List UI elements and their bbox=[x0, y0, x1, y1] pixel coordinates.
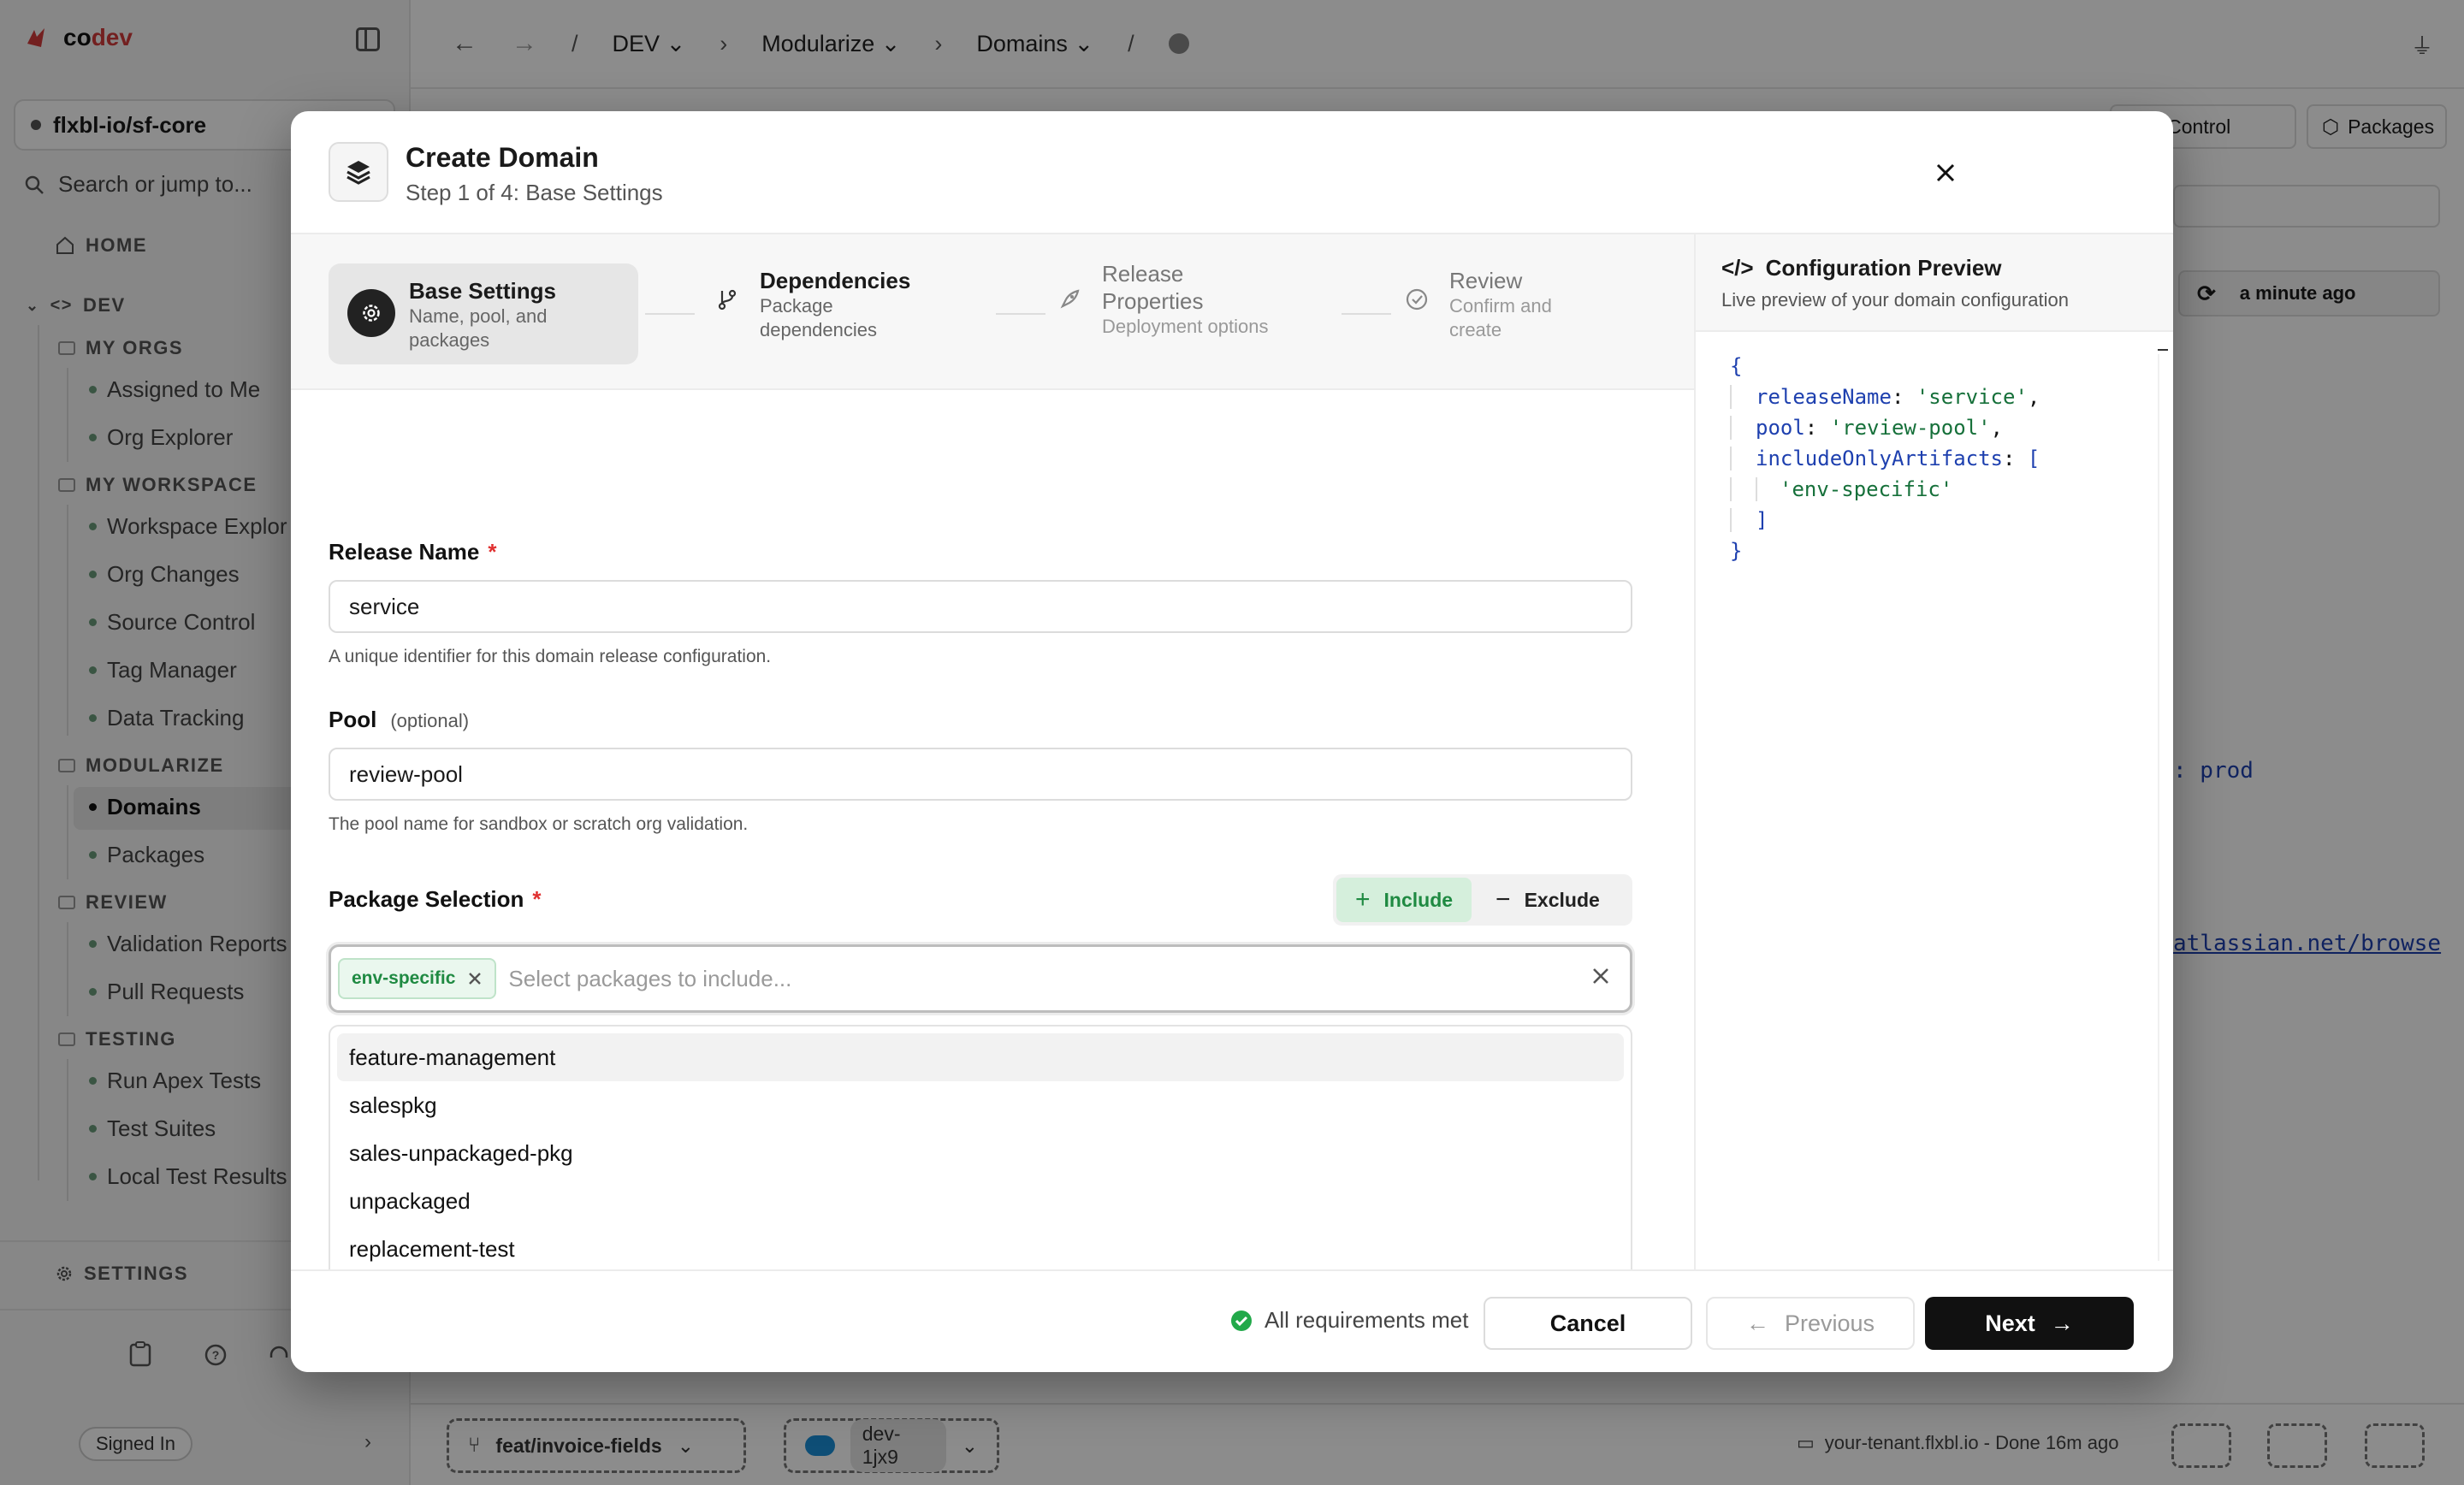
preview-title-text: Configuration Preview bbox=[1765, 255, 2002, 281]
multiselect-placeholder: Select packages to include... bbox=[508, 965, 792, 991]
code-token: { bbox=[1730, 354, 1743, 378]
settings-icon bbox=[347, 289, 395, 337]
step-base-settings[interactable]: Base Settings Name, pool, and packages bbox=[329, 263, 638, 364]
package-multiselect[interactable]: env-specific Select packages to include.… bbox=[329, 944, 1632, 1013]
requirements-status-text: All requirements met bbox=[1265, 1307, 1469, 1333]
required-marker: * bbox=[532, 886, 542, 912]
remove-tag-icon[interactable] bbox=[467, 971, 483, 986]
include-exclude-toggle: + Include − Exclude bbox=[1333, 874, 1632, 926]
modal-title: Create Domain bbox=[406, 142, 599, 173]
step-title: Release Properties bbox=[1102, 261, 1204, 314]
selected-package-tag: env-specific bbox=[338, 958, 497, 999]
arrow-left-icon: ← bbox=[1745, 1310, 1769, 1336]
next-button[interactable]: Next → bbox=[1925, 1297, 2134, 1350]
step-desc: Confirm and create bbox=[1449, 295, 1552, 340]
package-option[interactable]: replacement-test bbox=[337, 1225, 1624, 1273]
layers-icon bbox=[329, 142, 388, 202]
release-name-label: Release Name * bbox=[329, 539, 496, 565]
git-branch-icon bbox=[703, 275, 751, 323]
label-text: Pool bbox=[329, 707, 377, 732]
rocket-icon bbox=[1045, 275, 1093, 323]
package-option[interactable]: unpackaged bbox=[337, 1177, 1624, 1225]
label-text: Package Selection bbox=[329, 886, 524, 912]
pool-input[interactable]: review-pool bbox=[329, 748, 1632, 801]
package-option[interactable]: salespkg bbox=[337, 1081, 1624, 1129]
step-connector bbox=[996, 313, 1045, 315]
step-desc: Deployment options bbox=[1102, 316, 1269, 337]
step-desc: Package dependencies bbox=[760, 295, 878, 340]
required-marker: * bbox=[488, 539, 497, 565]
optional-marker: (optional) bbox=[390, 710, 470, 731]
code-key: releaseName bbox=[1756, 385, 1892, 409]
release-name-input[interactable]: service bbox=[329, 580, 1632, 633]
minus-icon: − bbox=[1496, 885, 1511, 914]
check-circle-icon bbox=[1231, 1310, 1252, 1331]
code-key: pool bbox=[1756, 416, 1805, 440]
step-dependencies[interactable]: Dependencies Package dependencies bbox=[703, 268, 914, 342]
plus-icon: + bbox=[1355, 885, 1371, 914]
package-selection-label: Package Selection * bbox=[329, 886, 541, 913]
step-title: Dependencies bbox=[760, 268, 911, 293]
step-release-properties[interactable]: Release Properties Deployment options bbox=[1045, 260, 1268, 339]
step-connector bbox=[645, 313, 695, 315]
button-label: Previous bbox=[1784, 1310, 1875, 1336]
label-text: Release Name bbox=[329, 539, 480, 565]
input-value: review-pool bbox=[349, 760, 463, 787]
preview-title: </> Configuration Preview bbox=[1721, 255, 2002, 281]
pool-label: Pool (optional) bbox=[329, 707, 469, 733]
include-label: Include bbox=[1383, 888, 1454, 911]
exclude-toggle-button[interactable]: − Exclude bbox=[1477, 878, 1619, 922]
previous-button[interactable]: ← Previous bbox=[1706, 1297, 1915, 1350]
code-key: includeOnlyArtifacts bbox=[1756, 447, 2003, 470]
code-icon: </> bbox=[1721, 255, 1754, 281]
step-title: Review bbox=[1449, 268, 1523, 293]
step-connector bbox=[1342, 313, 1391, 315]
preview-subtitle: Live preview of your domain configuratio… bbox=[1721, 289, 2070, 311]
form-pane: Base Settings Name, pool, and packages De… bbox=[291, 234, 1694, 1326]
close-icon[interactable] bbox=[1927, 154, 1964, 192]
code-token: ] bbox=[1756, 508, 1768, 532]
button-label: Cancel bbox=[1549, 1310, 1626, 1336]
code-string: 'service' bbox=[1916, 385, 2028, 409]
step-title: Base Settings bbox=[409, 278, 556, 304]
requirements-status: All requirements met bbox=[1230, 1307, 1468, 1334]
tag-label: env-specific bbox=[352, 968, 456, 988]
config-json-preview: { releaseName: 'service', pool: 'review-… bbox=[1730, 354, 2040, 563]
modal-subtitle: Step 1 of 4: Base Settings bbox=[406, 180, 663, 205]
scrollbar-thumb[interactable] bbox=[2158, 349, 2168, 351]
code-token: } bbox=[1730, 539, 1743, 563]
code-string: 'env-specific' bbox=[1780, 477, 1953, 501]
create-domain-modal: Create Domain Step 1 of 4: Base Settings… bbox=[291, 111, 2173, 1372]
stepper: Base Settings Name, pool, and packages De… bbox=[291, 234, 1694, 390]
cancel-button[interactable]: Cancel bbox=[1484, 1297, 1692, 1350]
step-desc: Name, pool, and packages bbox=[409, 305, 548, 351]
modal-footer: All requirements met Cancel ← Previous Ne… bbox=[291, 1269, 2173, 1372]
modal-header: Create Domain Step 1 of 4: Base Settings bbox=[291, 111, 2173, 234]
exclude-label: Exclude bbox=[1524, 888, 1600, 911]
pool-help: The pool name for sandbox or scratch org… bbox=[329, 814, 749, 834]
check-circle-icon bbox=[1393, 275, 1441, 323]
code-token: [ bbox=[2027, 447, 2040, 470]
preview-header: </> Configuration Preview Live preview o… bbox=[1696, 234, 2173, 332]
clear-selection-icon[interactable] bbox=[1590, 966, 1611, 986]
release-name-help: A unique identifier for this domain rele… bbox=[329, 647, 772, 666]
code-string: 'review-pool' bbox=[1829, 416, 1991, 440]
scrollbar-track[interactable] bbox=[2158, 354, 2159, 1261]
button-label: Next bbox=[1985, 1310, 2035, 1336]
input-value: service bbox=[349, 593, 420, 619]
package-option[interactable]: sales-unpackaged-pkg bbox=[337, 1129, 1624, 1177]
arrow-right-icon: → bbox=[2050, 1310, 2074, 1336]
configuration-preview-pane: </> Configuration Preview Live preview o… bbox=[1694, 234, 2173, 1269]
include-toggle-button[interactable]: + Include bbox=[1336, 878, 1472, 922]
step-review[interactable]: Review Confirm and create bbox=[1393, 268, 1578, 342]
package-option[interactable]: feature-management bbox=[337, 1033, 1624, 1081]
